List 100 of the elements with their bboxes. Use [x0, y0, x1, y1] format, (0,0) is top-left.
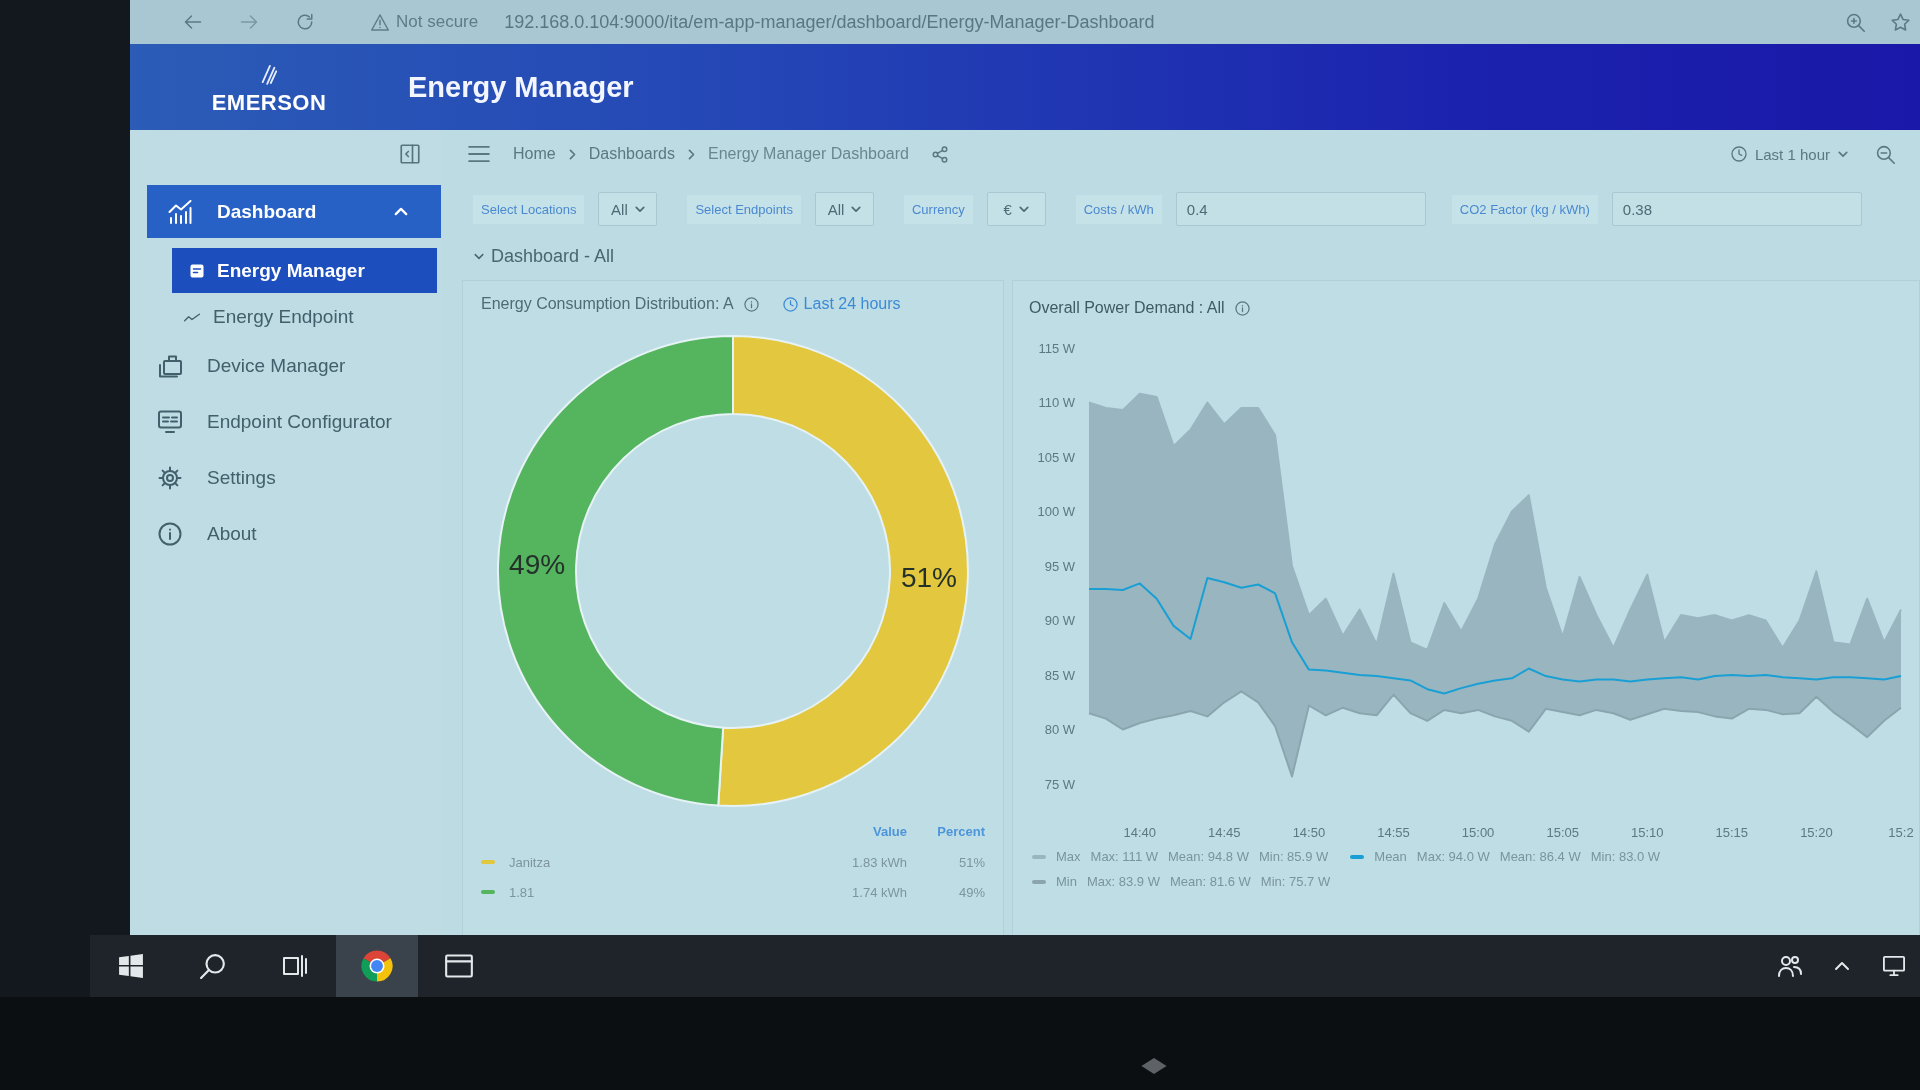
logo-text: EMERSON: [211, 89, 327, 116]
filter-label: Select Locations: [473, 194, 585, 224]
nav-item[interactable]: Endpoint Configurator: [147, 395, 441, 449]
dropdown[interactable]: All: [815, 192, 874, 226]
y-axis-label: 90 W: [1044, 613, 1075, 628]
y-axis-label: 85 W: [1044, 667, 1075, 683]
clock-icon: [782, 296, 798, 312]
nav-subitem[interactable]: Energy Endpoint: [172, 297, 437, 337]
y-axis-label: 110 W: [1038, 395, 1075, 410]
caret-down-icon: [634, 205, 645, 213]
taskbar-app-button[interactable]: [336, 935, 418, 997]
people-icon[interactable]: [1778, 954, 1802, 978]
legend-stat: Mean: 94.8 W: [1168, 849, 1249, 864]
filter-label: CO2 Factor (kg / kWh): [1451, 194, 1598, 224]
breadcrumb-current: Energy Manager Dashboard: [707, 145, 909, 163]
legend-value: 1.83 kWh: [851, 853, 907, 872]
menu-icon[interactable]: [468, 145, 490, 163]
dropdown[interactable]: All: [598, 192, 658, 226]
x-axis-label: 15:15: [1715, 825, 1749, 840]
forward-icon[interactable]: [240, 13, 258, 31]
legend-stat: Min: 83.0 W: [1590, 849, 1661, 864]
legend-label: Janitza: [509, 854, 551, 870]
time-range-picker[interactable]: Last 1 hour: [1730, 145, 1848, 163]
legend-stat: Mean: 81.6 W: [1169, 874, 1251, 889]
chevron-right-icon: [687, 148, 695, 160]
back-icon[interactable]: [184, 13, 202, 31]
legend-stat: Max: 94.0 W: [1416, 849, 1490, 864]
warning-icon: [371, 13, 389, 31]
y-axis-label: 115 W: [1038, 340, 1075, 356]
circle-logo-icon: [360, 949, 394, 983]
windows-logo-icon: [118, 953, 144, 979]
dropdown[interactable]: €: [986, 192, 1046, 226]
x-axis-label: 15:05: [1546, 825, 1579, 840]
legend-stat: Max: 111 W: [1090, 849, 1158, 864]
url-field[interactable]: 192.168.0.104:9000/ita/em-app-manager/dashboard/Energy-Manager-Dashboard: [504, 11, 1155, 33]
time-range-link[interactable]: Last 24 hours: [782, 295, 901, 313]
sidebar-toggle-icon[interactable]: [400, 144, 420, 164]
caret-down-icon: [1838, 150, 1848, 158]
breadcrumb-link[interactable]: Home: [513, 145, 556, 163]
panel-title: Overall Power Demand : All: [1029, 299, 1225, 317]
nav-item[interactable]: Device Manager: [147, 339, 441, 393]
security-indicator[interactable]: Not secure: [371, 12, 479, 32]
legend-stat: Min: 85.9 W: [1258, 849, 1329, 864]
filter-label: Costs / kWh: [1075, 194, 1162, 224]
nav-item[interactable]: About: [147, 507, 441, 561]
chevron-right-icon: [568, 148, 576, 160]
x-axis-label: 14:50: [1292, 825, 1326, 840]
info-icon[interactable]: [1234, 300, 1250, 316]
clock-icon: [1730, 146, 1747, 162]
square-icon: [190, 263, 204, 278]
input-field[interactable]: 0.38: [1611, 192, 1862, 226]
breadcrumb-link[interactable]: Dashboards: [588, 145, 675, 163]
x-axis-label: 15:20: [1800, 825, 1833, 840]
window-icon: [445, 952, 473, 980]
briefcase-icon: [157, 354, 183, 378]
legend-stat: Max: 83.9 W: [1086, 874, 1160, 889]
legend-stat: Mean: 86.4 W: [1499, 849, 1581, 864]
y-axis-label: 105 W: [1037, 449, 1075, 465]
x-axis-label: 15:00: [1461, 825, 1495, 840]
info-icon[interactable]: [743, 296, 759, 312]
chart-icon: [167, 199, 193, 224]
legend-percent: 51%: [957, 853, 985, 872]
star-icon[interactable]: [1891, 12, 1910, 32]
display-icon[interactable]: [1882, 955, 1906, 977]
legend-label: 1.81: [509, 884, 535, 900]
zoom-icon[interactable]: [1846, 12, 1865, 32]
column-header: Percent: [936, 823, 985, 841]
filter-label: Currency: [904, 194, 973, 224]
legend-percent: 49%: [957, 883, 985, 902]
logo-mark-icon: [260, 62, 278, 85]
gear-icon: [157, 466, 183, 490]
column-header: Value: [872, 823, 907, 841]
x-axis-label: 14:45: [1208, 825, 1241, 840]
panel-title: Energy Consumption Distribution: A: [481, 295, 734, 313]
slice-label: 51%: [900, 561, 957, 593]
share-icon[interactable]: [931, 144, 949, 164]
nav-item[interactable]: Settings: [147, 451, 441, 505]
info-icon: [157, 522, 183, 546]
nav-item[interactable]: Dashboard: [147, 185, 441, 238]
x-axis-label: 15:10: [1631, 825, 1664, 840]
legend-label: Min: [1056, 874, 1077, 889]
slice-label: 49%: [509, 549, 566, 581]
screen-icon: [157, 410, 183, 434]
zoom-out-icon[interactable]: [1876, 144, 1895, 164]
input-field[interactable]: 0.4: [1175, 192, 1426, 226]
emblem-icon: [1140, 1057, 1168, 1075]
legend-label: Mean: [1374, 849, 1407, 864]
y-axis-label: 75 W: [1044, 776, 1075, 792]
legend-value: 1.74 kWh: [851, 883, 907, 902]
trend-icon: [184, 312, 200, 322]
reload-icon[interactable]: [296, 13, 314, 31]
legend-label: Max: [1056, 849, 1081, 864]
y-axis-label: 80 W: [1044, 722, 1075, 737]
x-axis-label: 15:2: [1888, 825, 1914, 840]
chevron-up-icon[interactable]: [1834, 961, 1850, 971]
section-toggle[interactable]: Dashboard - All: [474, 240, 615, 272]
x-axis-label: 14:40: [1123, 825, 1157, 840]
legend-stat: Min: 75.7 W: [1260, 874, 1331, 889]
nav-subitem[interactable]: Energy Manager: [172, 248, 437, 293]
caret-down-icon: [851, 205, 862, 213]
